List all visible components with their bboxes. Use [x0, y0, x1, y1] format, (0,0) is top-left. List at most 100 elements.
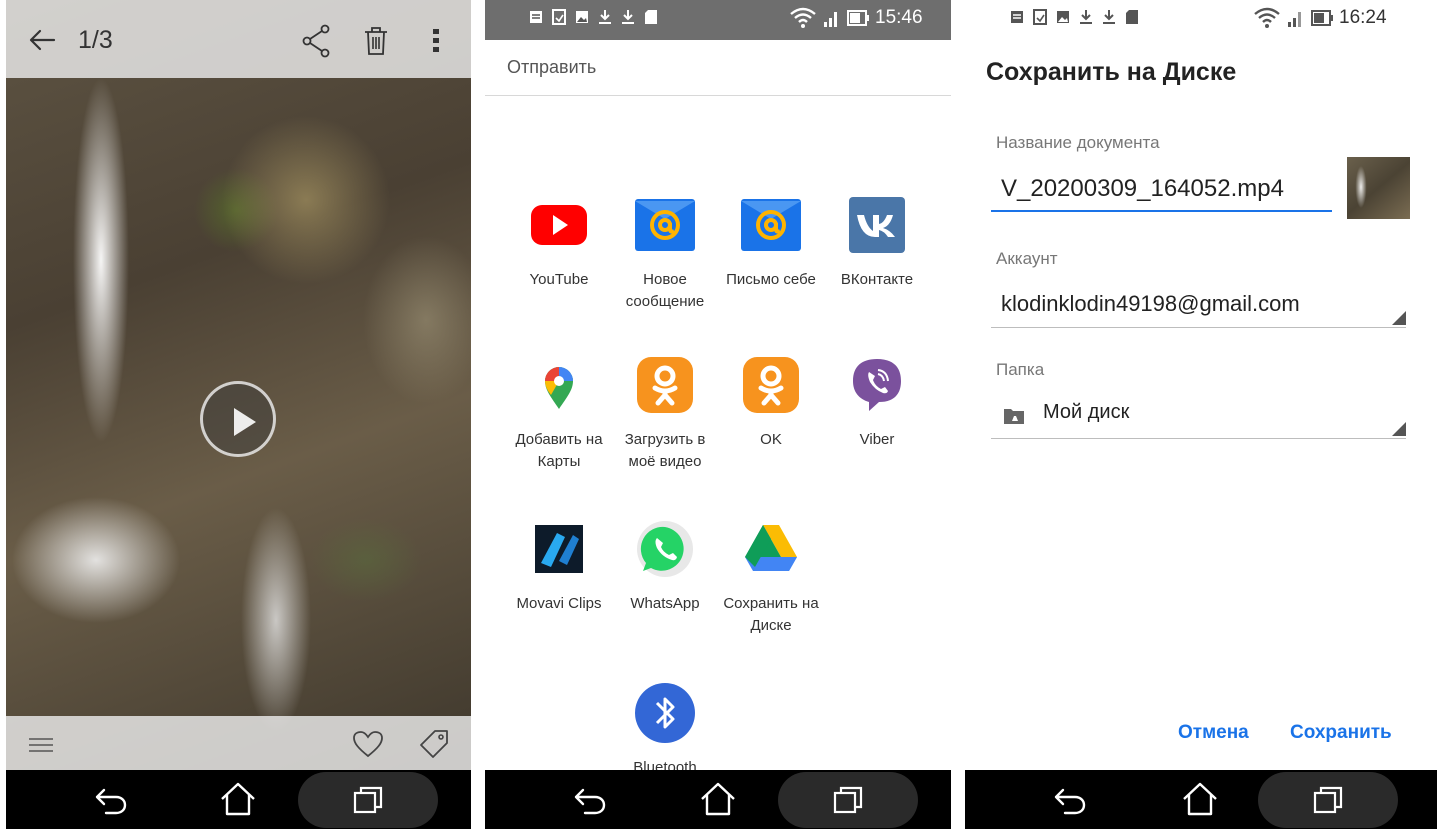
nav-recent-pill[interactable] — [1258, 772, 1398, 828]
folder-label: Папка — [996, 360, 1045, 379]
nav-back-icon[interactable] — [573, 786, 607, 816]
share-target-label: OK — [760, 431, 782, 448]
back-arrow-icon[interactable] — [26, 24, 58, 56]
share-target-label: Загрузить в моё видео — [624, 431, 706, 470]
account-label: Аккаунт — [996, 249, 1058, 268]
nav-back-icon[interactable] — [94, 786, 128, 816]
odnoklassniki-icon — [635, 355, 695, 415]
share-target-whatsapp[interactable]: WhatsApp — [611, 519, 719, 615]
notification-image-icon — [576, 11, 588, 23]
download-icon — [1080, 10, 1092, 24]
navigation-bar — [965, 770, 1437, 829]
video-thumbnail — [1347, 157, 1410, 219]
share-target-drive[interactable]: Сохранить на Диске — [717, 519, 825, 637]
notification-doc-icon — [1033, 9, 1047, 25]
wifi-icon — [790, 7, 816, 28]
movavi-clips-icon — [529, 519, 589, 579]
nav-home-icon[interactable] — [699, 781, 737, 817]
nav-recent-pill[interactable] — [778, 772, 918, 828]
vk-icon — [847, 195, 907, 255]
navigation-bar — [485, 770, 951, 829]
cancel-button[interactable]: Отмена — [1178, 722, 1249, 744]
download-icon — [599, 10, 611, 24]
share-target-viber[interactable]: Viber — [823, 355, 931, 451]
menu-icon[interactable] — [28, 736, 54, 754]
share-target-label: WhatsApp — [630, 595, 700, 612]
doc-name-label: Название документа — [996, 133, 1160, 152]
nav-home-icon[interactable] — [219, 781, 257, 817]
trash-icon[interactable] — [362, 25, 390, 57]
notification-icons — [1010, 9, 1139, 25]
signal-icon — [824, 12, 837, 27]
notification-message-icon — [1011, 11, 1023, 23]
heart-icon[interactable] — [352, 730, 384, 758]
share-target-vk[interactable]: ВКонтакте — [823, 195, 931, 291]
nav-recent-apps-icon[interactable] — [833, 786, 863, 814]
share-target-youtube[interactable]: YouTube — [505, 195, 613, 291]
gallery-top-bar: 1/3 — [6, 0, 471, 78]
viber-icon — [847, 355, 907, 415]
nav-home-icon[interactable] — [1181, 781, 1219, 817]
google-drive-icon — [741, 519, 801, 579]
gallery-panel: 1/3 — [6, 0, 471, 829]
notification-doc-icon — [552, 9, 566, 25]
share-sheet-panel: 15:46 Отправить YouTube Новое сообщение … — [485, 0, 951, 829]
dropdown-caret-icon — [1392, 311, 1406, 325]
share-target-label: Добавить на Карты — [515, 431, 603, 470]
notification-message-icon — [530, 11, 542, 23]
share-target-label: Movavi Clips — [516, 595, 602, 612]
share-icon[interactable] — [301, 24, 331, 58]
odnoklassniki-icon — [741, 355, 801, 415]
gallery-bottom-bar — [6, 716, 471, 770]
share-target-ok-video[interactable]: Загрузить в моё видео — [611, 355, 719, 473]
status-bar: 16:24 — [965, 0, 1437, 40]
download-icon — [1103, 10, 1115, 24]
share-target-ok[interactable]: OK — [717, 355, 825, 451]
wifi-icon — [1254, 7, 1280, 28]
more-vertical-icon[interactable] — [432, 27, 440, 55]
status-time: 16:24 — [1339, 7, 1387, 28]
notification-icons — [529, 9, 658, 25]
save-button[interactable]: Сохранить — [1290, 722, 1392, 744]
share-target-mail-self[interactable]: Письмо себе — [717, 195, 825, 291]
folder-select[interactable]: Мой диск — [991, 393, 1406, 439]
account-select[interactable]: klodinklodin49198@gmail.com — [991, 282, 1406, 328]
share-target-new-message[interactable]: Новое сообщение — [611, 195, 719, 313]
battery-icon — [847, 10, 869, 26]
dialog-title: Сохранить на Диске — [986, 58, 1237, 86]
nav-recent-apps-icon[interactable] — [1313, 786, 1343, 814]
sd-card-icon — [645, 10, 657, 24]
dropdown-caret-icon — [1392, 422, 1406, 436]
share-target-bluetooth[interactable]: Bluetooth — [611, 683, 719, 779]
share-target-label: ВКонтакте — [840, 271, 914, 288]
whatsapp-icon — [635, 519, 695, 579]
save-to-drive-panel: 16:24 Сохранить на Диске Название докуме… — [965, 0, 1437, 829]
photo-counter: 1/3 — [78, 26, 113, 54]
share-target-label: YouTube — [529, 271, 589, 288]
bluetooth-icon — [635, 683, 695, 743]
notification-image-icon — [1057, 11, 1069, 23]
drive-folder-icon — [1004, 409, 1024, 424]
folder-value: Мой диск — [1043, 401, 1130, 423]
battery-icon — [1311, 10, 1333, 26]
status-time: 15:46 — [875, 7, 923, 28]
maps-pin-icon — [529, 355, 589, 415]
mail-at-icon — [635, 195, 695, 255]
share-target-label: Сохранить на Диске — [723, 595, 819, 634]
share-target-label: Viber — [859, 431, 895, 448]
play-icon[interactable] — [200, 381, 276, 457]
share-sheet-header: Отправить — [485, 40, 951, 96]
doc-name-input[interactable] — [991, 168, 1332, 212]
tag-icon[interactable] — [418, 728, 450, 760]
share-target-label: Новое сообщение — [625, 271, 705, 310]
share-target-movavi[interactable]: Movavi Clips — [505, 519, 613, 615]
share-sheet-title: Отправить — [507, 57, 597, 77]
nav-recent-pill[interactable] — [298, 772, 438, 828]
nav-back-icon[interactable] — [1053, 786, 1087, 816]
download-icon — [622, 10, 634, 24]
share-target-maps[interactable]: Добавить на Карты — [505, 355, 613, 473]
youtube-icon — [529, 195, 589, 255]
sd-card-icon — [1126, 10, 1138, 24]
nav-recent-apps-icon[interactable] — [353, 786, 383, 814]
share-target-label: Письмо себе — [726, 271, 816, 288]
